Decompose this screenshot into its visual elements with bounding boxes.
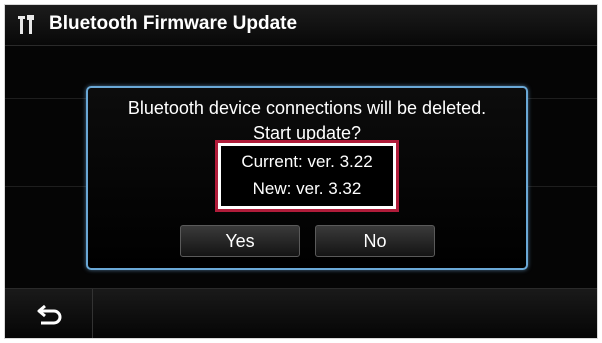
title-bar: Bluetooth Firmware Update <box>5 5 597 46</box>
no-button[interactable]: No <box>315 225 435 257</box>
yes-button[interactable]: Yes <box>180 225 300 257</box>
new-version: New: ver. 3.32 <box>252 179 362 198</box>
page-title: Bluetooth Firmware Update <box>49 13 298 34</box>
version-highlight: Current: ver. 3.22 New: ver. 3.32 <box>215 140 399 212</box>
back-button[interactable] <box>5 289 93 338</box>
tools-icon <box>18 15 34 34</box>
confirm-dialog: Bluetooth device connections will be del… <box>86 86 528 270</box>
current-version: Current: ver. 3.22 <box>241 152 373 171</box>
back-arrow-icon <box>37 304 62 325</box>
bottom-bar <box>5 288 597 338</box>
app-screen: Bluetooth Firmware Update Bluetooth devi… <box>4 4 598 339</box>
dialog-message: Bluetooth device connections will be del… <box>127 98 487 118</box>
